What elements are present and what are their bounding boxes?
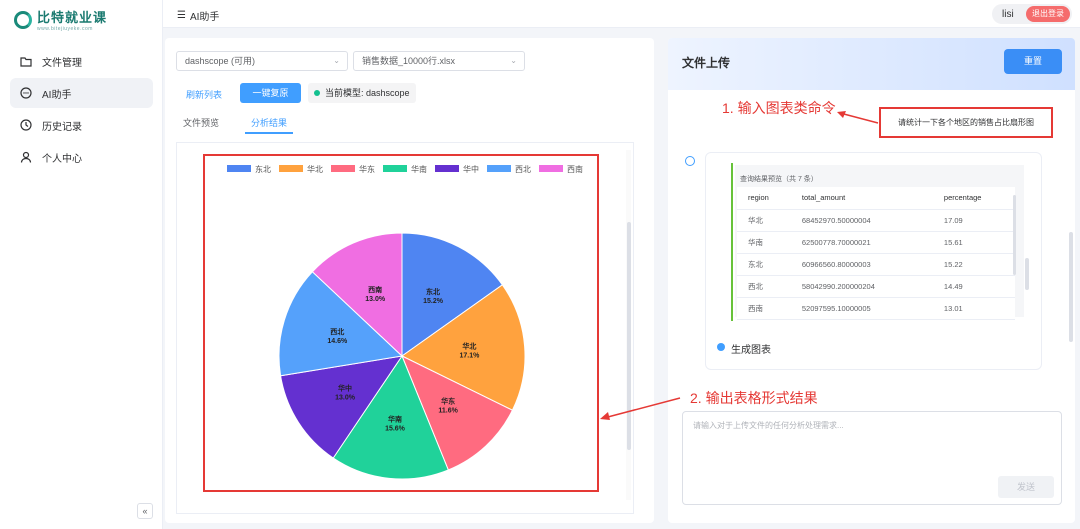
table-cell: 15.22 [932,253,1015,276]
chevron-down-icon: ⌄ [510,56,517,65]
top-header: ☰ AI助手 lisi 退出登录 [163,0,1080,28]
step-generate-chart: 生成图表 [731,345,771,356]
clock-icon [20,119,32,131]
sidebar-item-ai-assistant[interactable]: AI助手 [10,78,153,108]
table-cell: 58042990.200000204 [790,275,933,298]
user-menu: lisi 退出登录 [992,4,1072,24]
table-row: 西南 52097595.10000005 13.01 [737,297,1015,320]
file-select-value: 销售数据_10000行.xlsx [362,56,456,66]
table-scrollbar[interactable] [1013,195,1016,275]
column-header: region [737,187,791,210]
query-result-title: 查询结果预览（共 7 条） [740,176,818,183]
sidebar-nav: 文件管理 AI助手 历史记录 个人中心 [10,46,153,174]
result-scrollbar[interactable] [1025,258,1029,290]
user-command-bubble: 请统计一下各个地区的销售占比扇形图 [879,107,1053,138]
highlight-box-chart [203,154,599,492]
result-tabs: 文件预览 分析结果 [177,114,294,134]
sidebar-item-files[interactable]: 文件管理 [10,46,153,76]
table-cell: 西北 [737,275,791,298]
prompt-input[interactable] [693,420,1053,470]
table-cell: 华南 [737,231,791,254]
chat-icon [20,87,32,99]
breadcrumb-current: AI助手 [189,12,220,23]
sidebar-item-label: 文件管理 [42,57,82,69]
send-button[interactable]: 发送 [998,476,1054,498]
logo-mark-icon [14,10,32,29]
column-header: total_amount [790,187,933,210]
assistant-avatar-icon [685,156,695,166]
folder-icon [20,55,32,67]
annotation-step2: 2. 输出表格形式结果 [690,390,818,406]
column-header: percentage [932,187,1015,210]
sidebar-item-profile[interactable]: 个人中心 [10,142,153,172]
table-cell: 东北 [737,253,791,276]
table-cell: 华北 [737,209,791,232]
sidebar-collapse-button[interactable]: « [137,503,153,519]
user-icon [20,151,32,163]
table-cell: 西南 [737,297,791,320]
panel-scrollbar[interactable] [1069,232,1073,342]
table-cell: 68452970.50000004 [790,209,933,232]
table-row: 西北 58042990.200000204 14.49 [737,275,1015,298]
step-dot-icon [717,343,725,351]
current-model-tag: 当前模型: dashscope [308,83,416,103]
table-row: 华北 68452970.50000004 17.09 [737,209,1015,232]
table-cell: 15.61 [932,231,1015,254]
query-result-table: region total_amount percentage 华北 684529… [737,187,1015,320]
logo-title: 比特就业课 [37,10,108,25]
menu-icon[interactable]: ☰ [177,10,186,21]
annotation-step1: 1. 输入图表类命令 [722,100,836,116]
sidebar-item-label: AI助手 [42,89,72,101]
annotation-arrow-2 [600,397,681,420]
username: lisi [1002,8,1014,20]
file-select[interactable]: 销售数据_10000行.xlsx ⌄ [353,51,525,71]
table-cell: 14.49 [932,275,1015,298]
sidebar: 比特就业课 www.bitejiuyeke.com 文件管理 AI助手 历史记录 [0,0,163,529]
logo[interactable]: 比特就业课 www.bitejiuyeke.com [14,7,107,32]
table-cell: 13.01 [932,297,1015,320]
tab-analysis-result[interactable]: 分析结果 [245,114,294,134]
logo-subtitle: www.bitejiuyeke.com [37,26,93,32]
current-model-label: 当前模型: dashscope [325,88,410,98]
logout-button[interactable]: 退出登录 [1026,6,1070,22]
provider-select-value: dashscope (可用) [185,56,256,66]
sidebar-item-history[interactable]: 历史记录 [10,110,153,140]
table-row: 华南 62500778.70000021 15.61 [737,231,1015,254]
annotation-arrow-1 [837,111,879,124]
refresh-list-button[interactable]: 刷新列表 [186,88,222,101]
table-row: 东北 60966560.80000003 15.22 [737,253,1015,276]
table-cell: 52097595.10000005 [790,297,933,320]
restore-button[interactable]: 一键复原 [240,83,301,103]
table-cell: 60966560.80000003 [790,253,933,276]
sidebar-item-label: 历史记录 [42,121,82,133]
reset-button[interactable]: 重置 [1004,49,1062,74]
provider-select[interactable]: dashscope (可用) ⌄ [176,51,348,71]
upload-panel-title: 文件上传 [682,56,731,70]
upload-panel-header: 文件上传 重置 [668,38,1075,90]
step-progress-rail [731,163,733,321]
sidebar-item-label: 个人中心 [42,153,82,165]
table-cell: 62500778.70000021 [790,231,933,254]
breadcrumb: ☰ AI助手 [177,8,219,23]
table-cell: 17.09 [932,209,1015,232]
chevron-down-icon: ⌄ [333,56,340,65]
status-dot-icon [314,90,320,96]
tab-file-preview[interactable]: 文件预览 [177,114,225,134]
table-header-row: region total_amount percentage [737,187,1015,210]
